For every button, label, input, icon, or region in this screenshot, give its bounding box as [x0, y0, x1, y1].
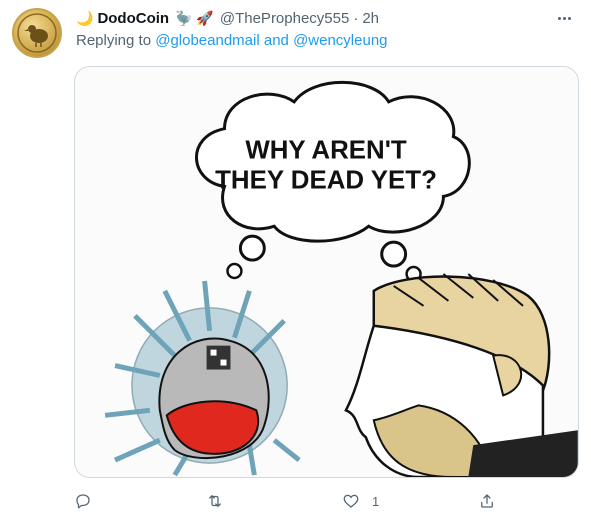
timestamp[interactable]: 2h [362, 10, 379, 27]
avatar[interactable] [12, 8, 62, 58]
meme-text-line1: WHY AREN'T [245, 137, 407, 165]
share-icon [481, 494, 493, 508]
retweet-icon [209, 495, 221, 507]
share-button[interactable] [478, 490, 508, 512]
tweet-media-image[interactable]: WHY AREN'T THEY DEAD YET? [74, 66, 579, 478]
like-button[interactable]: 1 [342, 490, 379, 512]
reply-button[interactable] [74, 490, 104, 512]
dodo-coin-logo [17, 13, 57, 53]
display-name[interactable]: DodoCoin [97, 10, 169, 27]
replying-to: Replying to @globeandmail and @wencyleun… [76, 32, 388, 49]
separator: · [353, 9, 359, 27]
tweet-header: 🌙 DodoCoin 🦤 🚀 @TheProphecy555 · 2h [76, 8, 551, 28]
like-icon [343, 494, 359, 508]
reply-user-link-2[interactable]: @wencyleung [293, 32, 387, 49]
action-bar: 1 [74, 490, 514, 512]
reply-user-link-1[interactable]: @globeandmail [155, 32, 259, 49]
qr-code [206, 345, 231, 370]
like-count: 1 [372, 493, 380, 509]
reply-joiner[interactable]: and [264, 32, 289, 49]
moon-emoji: 🌙 [76, 9, 94, 26]
reply-icon [76, 494, 90, 509]
more-icon[interactable] [553, 8, 575, 28]
retweet-button[interactable] [206, 490, 236, 512]
replying-to-label: Replying to [76, 32, 152, 49]
meme-text-line2: THEY DEAD YET? [215, 166, 437, 194]
user-handle[interactable]: @TheProphecy555 [220, 10, 349, 27]
meme-illustration: WHY AREN'T THEY DEAD YET? [75, 67, 578, 477]
name-emojis: 🦤 🚀 [175, 9, 214, 26]
